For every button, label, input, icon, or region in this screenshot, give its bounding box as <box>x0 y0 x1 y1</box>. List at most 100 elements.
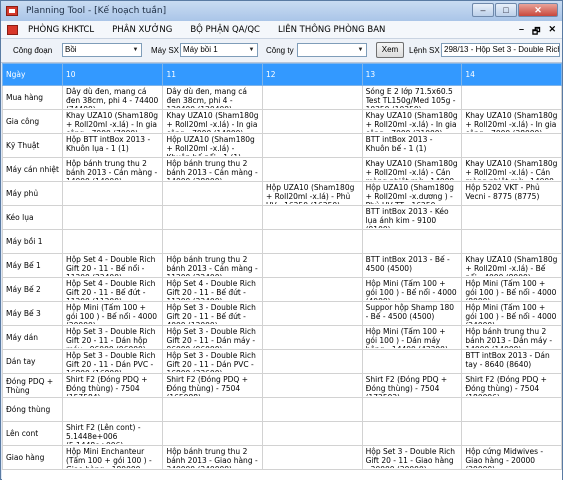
table-cell[interactable]: Hộp Set 4 - Double Rich Gift 20 - 11 - B… <box>162 277 264 302</box>
table-cell[interactable] <box>361 421 463 446</box>
cong-doan-select[interactable]: Bồi ▼ <box>62 43 142 57</box>
table-cell[interactable] <box>262 109 363 134</box>
xem-button[interactable]: Xem <box>376 42 404 58</box>
row-label[interactable]: Mua hàng <box>2 85 63 110</box>
table-cell[interactable] <box>262 253 363 278</box>
minimize-button[interactable]: – <box>472 3 494 17</box>
table-cell[interactable]: Hộp BTT intBox 2013 - Khuôn lụa - 1 (1) <box>61 133 164 158</box>
table-cell[interactable] <box>461 205 562 230</box>
header-day[interactable]: 12 <box>262 63 363 86</box>
table-cell[interactable] <box>162 397 264 422</box>
table-cell[interactable]: Hộp Set 3 - Double Rich Gift 20 - 11 - G… <box>361 445 463 470</box>
table-cell[interactable] <box>361 229 463 254</box>
cong-ty-select[interactable]: ▼ <box>297 43 367 57</box>
document-icon[interactable] <box>7 24 18 35</box>
table-cell[interactable] <box>162 229 264 254</box>
table-cell[interactable]: BTT intBox 2013 - Dán tay - 8640 (8640) <box>461 349 562 374</box>
table-cell[interactable]: Hộp Mini (Tấm 100 + gói 100 ) - Bế nổi -… <box>461 301 562 326</box>
table-cell[interactable]: Suppor hộp Shamp 180 - Bế - 4500 (4500) <box>361 301 463 326</box>
table-cell[interactable] <box>162 205 264 230</box>
table-cell[interactable] <box>461 397 562 422</box>
table-cell[interactable]: Shirt F2 (Đóng PDQ + Đóng thùng) - 7504 … <box>61 373 164 398</box>
row-label[interactable]: Máy Bế 3 <box>2 301 63 326</box>
table-cell[interactable] <box>61 181 164 206</box>
table-cell[interactable] <box>262 325 363 350</box>
menu-phan-xuong[interactable]: PHÂN XƯỞNG <box>112 25 172 35</box>
table-cell[interactable] <box>61 205 164 230</box>
table-cell[interactable]: Hộp Set 3 - Double Rich Gift 20 - 11 - B… <box>162 301 264 326</box>
row-label[interactable]: Gia công <box>2 109 63 134</box>
table-cell[interactable] <box>262 85 363 110</box>
table-cell[interactable] <box>262 205 363 230</box>
table-cell[interactable]: Hộp Mini (Tấm 100 + gói 100 ) - Bế nổi -… <box>361 277 463 302</box>
table-cell[interactable] <box>361 397 463 422</box>
table-cell[interactable]: Khay UZA10 (Sham180g + Roll20ml -x.lá) -… <box>361 109 463 134</box>
table-cell[interactable] <box>361 349 463 374</box>
table-cell[interactable]: Hộp Mini Enchanteur (Tấm 100 + gói 100 )… <box>61 445 164 470</box>
table-cell[interactable]: Hộp Set 3 - Double Rich Gift 20 - 11 - D… <box>162 349 264 374</box>
table-cell[interactable]: Shirt F2 (Đóng PDQ + Đóng thùng) - 7504 … <box>361 373 463 398</box>
table-cell[interactable] <box>262 229 363 254</box>
table-cell[interactable] <box>262 301 363 326</box>
table-cell[interactable]: Hộp bánh trung thu 2 bánh 2013 - Cán màn… <box>162 157 264 182</box>
table-cell[interactable]: Dây dù đen, mang cá đen 38cm, phi 4 - 74… <box>61 85 164 110</box>
table-cell[interactable]: Hộp bánh trung thu 2 bánh 2013 - Giao hà… <box>162 445 264 470</box>
table-cell[interactable]: Khay UZA10 (Sham180g + Roll20ml -x.lá) -… <box>61 109 164 134</box>
table-cell[interactable]: BTT intBox 2013 - Khuôn bế - 1 (1) <box>361 133 463 158</box>
mdi-close-button[interactable]: ✕ <box>548 24 556 40</box>
table-cell[interactable]: Hộp UZA10 (Sham180g + Roll20ml -x.lá) - … <box>262 181 363 206</box>
table-cell[interactable]: Hộp 5202 VKT - Phủ Vecni - 8775 (8775) <box>461 181 562 206</box>
table-cell[interactable] <box>262 373 363 398</box>
table-cell[interactable]: Khay UZA10 (Sham180g + Roll20ml -x.lá) -… <box>361 157 463 182</box>
table-cell[interactable]: BTT intBox 2013 - Kéo lụa ánh kim - 9100… <box>361 205 463 230</box>
table-cell[interactable]: Hộp Set 4 - Double Rich Gift 20 - 11 - B… <box>61 277 164 302</box>
table-cell[interactable]: Hộp UZA10 (Sham180g + Roll20ml -x.lá) - … <box>162 133 264 158</box>
close-button[interactable]: ✕ <box>518 3 558 17</box>
row-label[interactable]: Kỹ Thuật <box>2 133 63 158</box>
row-label[interactable]: Máy Bế 1 <box>2 253 63 278</box>
row-label[interactable]: Lên cont <box>2 421 63 446</box>
table-cell[interactable]: Dây dù đen, mang cá đen 38cm, phi 4 - 12… <box>162 85 264 110</box>
table-cell[interactable] <box>262 277 363 302</box>
table-cell[interactable] <box>461 133 562 158</box>
table-cell[interactable]: Hộp bánh trung thu 2 bánh 2013 - Cán màn… <box>61 157 164 182</box>
table-cell[interactable] <box>262 421 363 446</box>
table-cell[interactable]: Shirt F2 (Đóng PDQ + Đóng thùng) - 7504 … <box>461 373 562 398</box>
header-day[interactable]: 11 <box>162 63 264 86</box>
table-cell[interactable]: Hộp bánh trung thu 2 bánh 2013 - Dán máy… <box>461 325 562 350</box>
row-label[interactable]: Đóng thùng <box>2 397 63 422</box>
table-cell[interactable]: Khay UZA10 (Sham180g + Roll20ml -x.lá) -… <box>461 157 562 182</box>
table-cell[interactable]: Khay UZA10 (Sham180g + Roll20ml -x.lá) -… <box>162 109 264 134</box>
table-cell[interactable]: Hộp Mini (Tấm 100 + gói 100 ) - Bế nổi -… <box>461 277 562 302</box>
table-cell[interactable] <box>461 421 562 446</box>
lenh-sx-select[interactable]: 298/13 - Hộp Set 3 - Double Rich Gift <box>441 43 560 57</box>
table-cell[interactable]: Hộp Mini (Tấm 100 + gói 100 ) - Dán máy … <box>361 325 463 350</box>
table-cell[interactable] <box>262 133 363 158</box>
row-label[interactable]: Kéo lụa <box>2 205 63 230</box>
menu-bo-phan-qa-qc[interactable]: BỘ PHẬN QA/QC <box>190 25 260 35</box>
row-label[interactable]: Máy dán <box>2 325 63 350</box>
row-label[interactable]: Máy bồi 1 <box>2 229 63 254</box>
menu-phong-khktcl[interactable]: PHÒNG KHKTCL <box>28 25 94 35</box>
table-cell[interactable]: Shirt F2 (Lên cont) - 5.1448e+006 (5.144… <box>61 421 164 446</box>
table-cell[interactable] <box>461 229 562 254</box>
header-day[interactable]: 14 <box>461 63 562 86</box>
table-cell[interactable] <box>162 421 264 446</box>
table-cell[interactable] <box>162 181 264 206</box>
row-label[interactable]: Máy cán nhiệt <box>2 157 63 182</box>
header-day[interactable]: 10 <box>61 63 164 86</box>
table-cell[interactable]: Shirt F2 (Đóng PDQ + Đóng thùng) - 7504 … <box>162 373 264 398</box>
row-label[interactable]: Dán tay <box>2 349 63 374</box>
table-cell[interactable] <box>61 397 164 422</box>
row-label[interactable]: Giao hàng <box>2 445 63 470</box>
header-day[interactable]: 13 <box>361 63 463 86</box>
table-cell[interactable]: Hộp UZA10 (Sham180g + Roll20ml -x.dương … <box>361 181 463 206</box>
table-cell[interactable]: Hộp cứng Midwives - Giao hàng - 20000 (2… <box>461 445 562 470</box>
table-cell[interactable]: Hộp Set 3 - Double Rich Gift 20 - 11 - D… <box>162 325 264 350</box>
table-cell[interactable]: Hộp Set 3 - Double Rich Gift 20 - 11 - D… <box>61 349 164 374</box>
table-cell[interactable] <box>262 349 363 374</box>
table-cell[interactable]: Hộp bánh trung thu 2 bánh 2013 - Cán màn… <box>162 253 264 278</box>
table-cell[interactable]: Khay UZA10 (Sham180g + Roll20ml -x.lá) -… <box>461 109 562 134</box>
header-ngay[interactable]: Ngày <box>2 63 63 86</box>
menu-lien-thong-phong-ban[interactable]: LIÊN THÔNG PHÒNG BAN <box>278 25 385 35</box>
